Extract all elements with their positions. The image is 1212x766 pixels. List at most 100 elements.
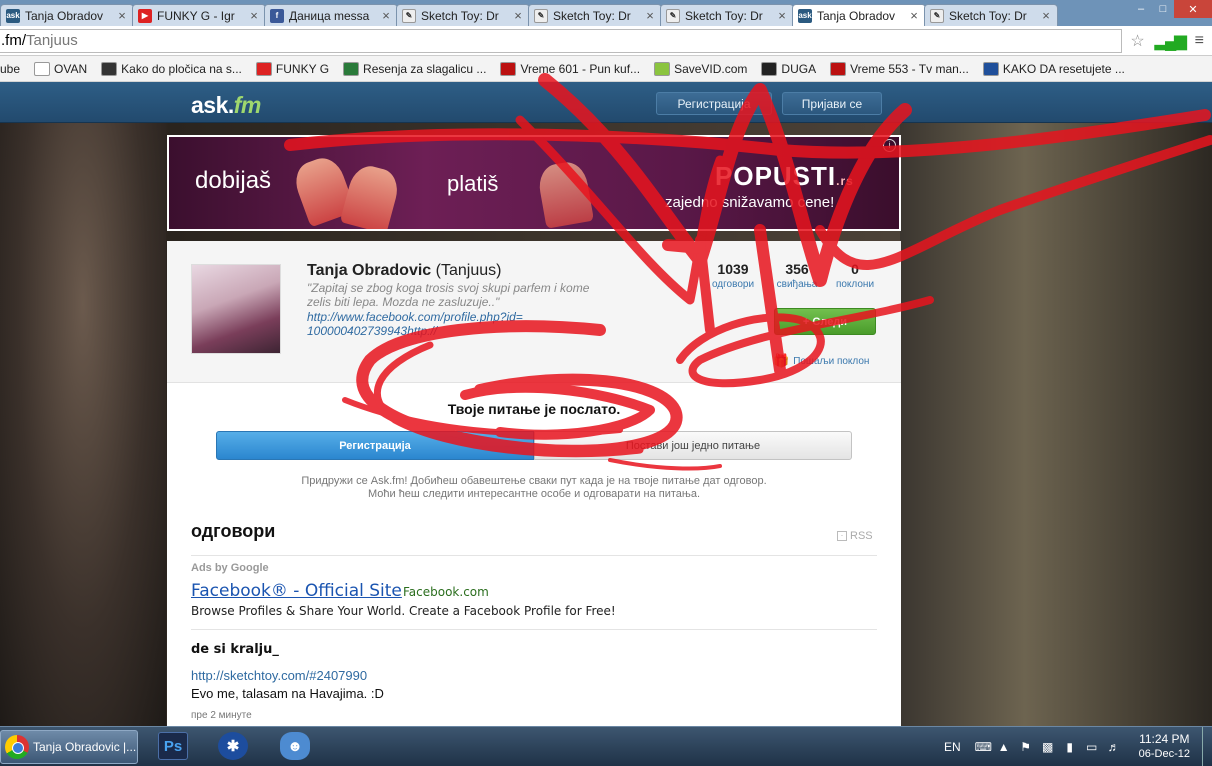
clock-date: 06-Dec-12 xyxy=(1138,748,1190,760)
bookmark-item[interactable]: SaveVID.com xyxy=(654,61,748,76)
gift-icon: 🎁 xyxy=(773,353,790,368)
bookmark-item[interactable]: Vreme 601 - Pun kuf... xyxy=(500,61,640,76)
tab-close-icon[interactable]: × xyxy=(116,8,128,23)
tab-close-icon[interactable]: × xyxy=(908,8,920,23)
join-message: Придружи се Ask.fm! Добићеш обавештење с… xyxy=(167,475,901,501)
tab-label: Tanja Obradov xyxy=(817,8,896,23)
browser-tab[interactable]: ✎ Sketch Toy: Dr × xyxy=(660,4,794,26)
answer-question: de si kralju_ xyxy=(191,642,279,657)
bookmark-item[interactable]: OVAN xyxy=(34,61,88,76)
send-gift-link[interactable]: 🎁 Пошаљи поклон xyxy=(773,353,869,369)
signal-icon[interactable]: ▮ xyxy=(1063,740,1077,754)
stat-label: одговори xyxy=(711,279,755,290)
browser-tab[interactable]: f Даница messa × xyxy=(264,4,398,26)
logo-text: ask. xyxy=(191,92,234,118)
messenger-icon[interactable]: ☻ xyxy=(280,732,310,760)
stat-likes[interactable]: 356 свиђања xyxy=(767,261,827,290)
divider xyxy=(191,555,877,556)
follow-button[interactable]: + Следи xyxy=(774,308,876,335)
ad-banner[interactable]: dobijaš platiš POPUSTI.rs zajedno snižav… xyxy=(167,135,901,231)
address-bar: .fm/Tanjuus ☆ ▂▄▆ ≡ xyxy=(0,26,1212,56)
rss-label: RSS xyxy=(850,530,873,542)
ad-domain[interactable]: Facebook.com xyxy=(403,585,489,599)
browser-tab[interactable]: ask Tanja Obradov × xyxy=(0,4,134,26)
browser-tab[interactable]: ask Tanja Obradov × xyxy=(792,4,926,26)
taskbar-chrome-button[interactable]: Tanja Obradovic |... xyxy=(0,730,138,764)
rss-icon: ⋅ xyxy=(837,531,847,541)
bookmark-label: SaveVID.com xyxy=(674,61,748,76)
tab-close-icon[interactable]: × xyxy=(1040,8,1052,23)
bookmark-item[interactable]: ube xyxy=(0,62,20,76)
tab-label: Даница messa xyxy=(289,8,370,23)
bookmarks-bar: ube OVAN Kako do pločica na s... FUNKY G Res… xyxy=(0,56,1212,82)
tab-close-icon[interactable]: × xyxy=(512,8,524,23)
web-page: ask.fm Регистрација Пријави се dobijaš p… xyxy=(0,82,1212,726)
brand-name: POPUSTI xyxy=(715,161,837,191)
divider xyxy=(191,629,877,630)
star-icon[interactable]: ☆ xyxy=(1130,31,1144,51)
stat-answers[interactable]: 1039 одговори xyxy=(704,261,762,290)
header-register-button[interactable]: Регистрација xyxy=(656,92,772,115)
header-login-button[interactable]: Пријави се xyxy=(782,92,882,115)
tab-label: Sketch Toy: Dr xyxy=(949,8,1027,23)
volume-icon[interactable]: ♬ xyxy=(1107,740,1121,754)
bookmark-item[interactable]: Kako do pločica na s... xyxy=(101,61,242,76)
username: (Tanjuus) xyxy=(435,262,502,279)
minimize-icon[interactable]: – xyxy=(1130,0,1152,18)
tab-label: Tanja Obradov xyxy=(25,8,104,23)
stat-gifts[interactable]: 0 поклони xyxy=(831,261,879,290)
flag-icon[interactable]: ⚑ xyxy=(1019,740,1033,754)
question-sent-message: Твоје питање је послато. xyxy=(447,401,621,417)
bookmark-label: OVAN xyxy=(54,61,88,76)
avatar[interactable] xyxy=(191,264,281,354)
sketch-icon: ✎ xyxy=(930,8,944,23)
show-desktop-button[interactable] xyxy=(1202,727,1212,766)
ads-by-google[interactable]: Ads by Google xyxy=(191,562,269,574)
bookmark-label: KAKO DA resetujete ... xyxy=(1002,61,1125,76)
keyboard-icon[interactable]: ⌨ xyxy=(975,740,992,754)
browser-tab[interactable]: ✎ Sketch Toy: Dr × xyxy=(528,4,662,26)
answer-link[interactable]: http://sketchtoy.com/#2407990 xyxy=(191,668,367,683)
browser-tab[interactable]: ▶ FUNKY G - Igr × xyxy=(132,4,266,26)
close-icon[interactable]: ✕ xyxy=(1174,0,1212,18)
bookmark-item[interactable]: FUNKY G xyxy=(255,61,329,76)
tab-close-icon[interactable]: × xyxy=(644,8,656,23)
battery-icon[interactable]: ▭ xyxy=(1085,740,1099,754)
url-input[interactable]: .fm/Tanjuus xyxy=(0,28,1123,53)
browser-tab[interactable]: ✎ Sketch Toy: Dr × xyxy=(396,4,530,26)
network-icon[interactable]: ▩ xyxy=(1041,740,1055,754)
answer-timestamp[interactable]: пре 2 минуте xyxy=(191,710,252,721)
stat-label: поклони xyxy=(835,279,875,290)
tab-label: Sketch Toy: Dr xyxy=(421,8,499,23)
tray-arrow-icon[interactable]: ▲ xyxy=(997,740,1011,754)
clock[interactable]: 11:24 PM 06-Dec-12 xyxy=(1139,732,1190,762)
info-icon[interactable]: i xyxy=(883,139,896,152)
maximize-icon[interactable]: □ xyxy=(1152,0,1174,18)
bookmark-item[interactable]: Resenja za slagalicu ... xyxy=(343,61,486,76)
signal-bars-icon[interactable]: ▂▄▆ xyxy=(1155,31,1187,51)
ask-fm-logo[interactable]: ask.fm xyxy=(191,92,261,119)
tab-close-icon[interactable]: × xyxy=(248,8,260,23)
main-content: Tanja Obradovic (Tanjuus) "Zapitaj se zb… xyxy=(167,241,901,726)
bookmark-item[interactable]: DUGA xyxy=(761,61,817,76)
rss-link[interactable]: ⋅ RSS xyxy=(837,530,873,542)
photoshop-icon[interactable]: Ps xyxy=(158,732,188,760)
register-button[interactable]: Регистрација xyxy=(216,431,534,460)
tab-close-icon[interactable]: × xyxy=(776,8,788,23)
ad-title-link[interactable]: Facebook® - Official Site xyxy=(191,581,402,601)
profile-link[interactable]: http://www.facebook.com/profile.php?id=1… xyxy=(307,310,527,338)
language-indicator[interactable]: EN xyxy=(944,740,961,754)
ask-another-button[interactable]: Постави још једно питање xyxy=(534,431,852,460)
stat-value: 356 xyxy=(785,261,809,277)
bluetooth-icon[interactable]: ✱ xyxy=(218,732,248,760)
menu-icon[interactable]: ≡ xyxy=(1195,32,1204,50)
tab-close-icon[interactable]: × xyxy=(380,8,392,23)
bookmark-label: DUGA xyxy=(781,61,817,76)
bookmark-item[interactable]: Vreme 553 - Tv man... xyxy=(830,61,969,76)
bookmark-favicon-icon xyxy=(654,61,671,76)
stat-value: 0 xyxy=(851,261,859,277)
sketch-icon: ✎ xyxy=(402,8,416,23)
ask-icon: ask xyxy=(798,8,812,23)
bookmark-item[interactable]: KAKO DA resetujete ... xyxy=(982,61,1125,76)
browser-tab[interactable]: ✎ Sketch Toy: Dr × xyxy=(924,4,1058,26)
